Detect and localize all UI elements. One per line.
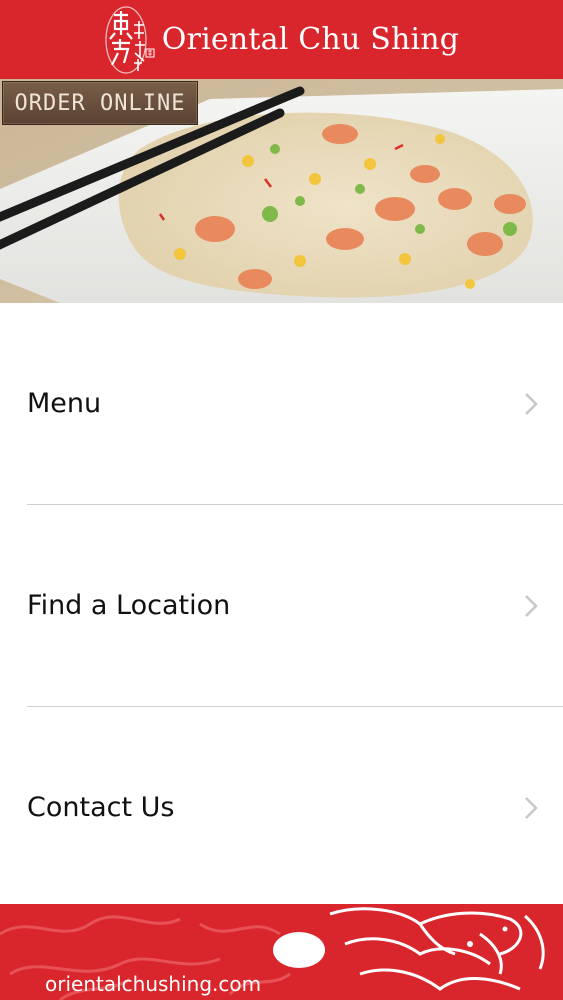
- hero-food-image: ORDER ONLINE: [0, 79, 563, 303]
- chinese-calligraphy-seal-icon: [104, 5, 156, 75]
- divider-inset: [0, 706, 27, 708]
- divider-inset: [0, 504, 27, 506]
- menu-item-menu[interactable]: Menu: [0, 303, 563, 504]
- order-online-button[interactable]: ORDER ONLINE: [2, 81, 198, 125]
- website-link[interactable]: orientalchushing.com: [45, 972, 261, 996]
- menu-item-label: Find a Location: [27, 590, 231, 621]
- app-footer: orientalchushing.com: [0, 904, 563, 1000]
- menu-item-find-location[interactable]: Find a Location: [0, 504, 563, 706]
- chevron-right-icon: [525, 796, 538, 819]
- menu-item-label: Menu: [27, 388, 102, 419]
- menu-item-contact-us[interactable]: Contact Us: [0, 706, 563, 908]
- menu-item-label: Contact Us: [27, 792, 175, 823]
- brand-name: Oriental Chu Shing: [161, 22, 460, 57]
- app-header: Oriental Chu Shing: [0, 0, 563, 79]
- chevron-right-icon: [525, 392, 538, 415]
- main-menu-list: Menu Find a Location Contact Us: [0, 303, 563, 908]
- chevron-right-icon: [525, 594, 538, 617]
